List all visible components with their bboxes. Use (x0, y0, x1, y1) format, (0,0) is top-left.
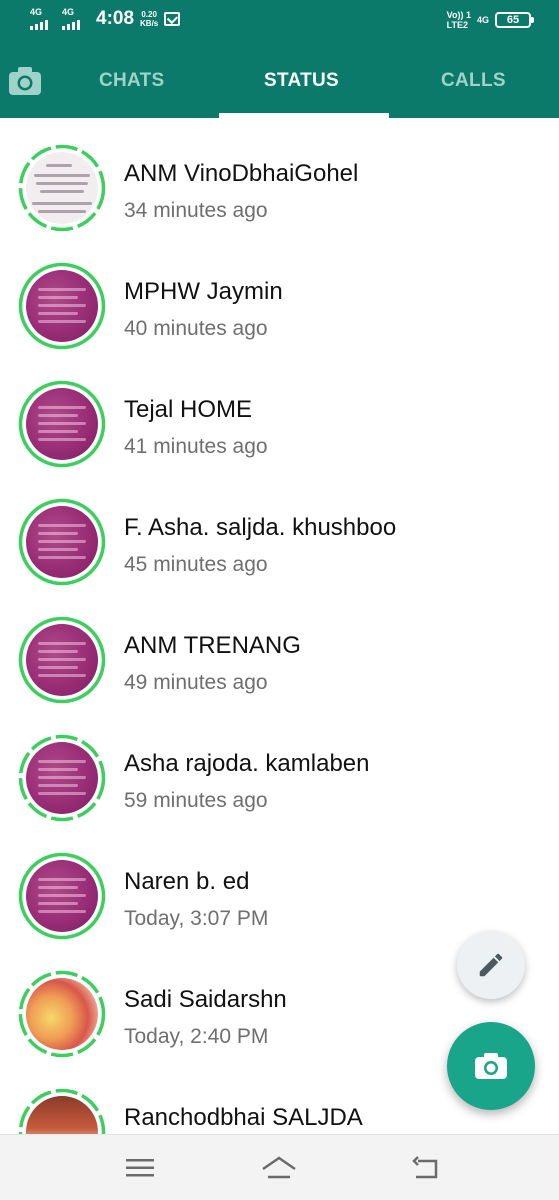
status-thumbnail (26, 860, 98, 932)
status-row[interactable]: ANM TRENANG 49 minutes ago (0, 590, 559, 708)
volte-bottom-label: LTE2 (446, 20, 468, 30)
network-speed-unit: KB/s (140, 19, 159, 28)
status-row[interactable]: F. Asha. saljda. khushboo 45 minutes ago (0, 472, 559, 590)
status-avatar[interactable] (18, 144, 106, 232)
status-row[interactable]: Tejal HOME 41 minutes ago (0, 354, 559, 472)
status-thumbnail (26, 506, 98, 578)
network-speed-value: 0.20 (141, 10, 157, 19)
status-timestamp: Today, 3:07 PM (124, 907, 269, 930)
status-contact-name: Tejal HOME (124, 396, 253, 423)
status-contact-name: ANM TRENANG (124, 632, 301, 659)
sim2-signal-icon: 4G (62, 8, 88, 30)
status-timestamp: Today, 2:40 PM (124, 1025, 269, 1048)
status-avatar[interactable] (18, 970, 106, 1058)
status-contact-name: Sadi Saidarshn (124, 986, 287, 1013)
status-timestamp: 34 minutes ago (124, 199, 268, 222)
status-contact-name: ANM VinoDbhaiGohel (124, 160, 359, 187)
clock: 4:08 (96, 8, 135, 29)
status-thumbnail (26, 152, 98, 224)
notification-message-icon (164, 12, 181, 26)
network-type-label: 4G (476, 15, 489, 25)
pencil-icon (479, 953, 503, 977)
status-row[interactable]: Asha rajoda. kamlaben 59 minutes ago (0, 708, 559, 826)
nav-menu-button[interactable] (120, 1153, 160, 1183)
status-timestamp: 59 minutes ago (124, 789, 268, 812)
camera-tab[interactable] (8, 66, 42, 96)
status-avatar[interactable] (18, 498, 106, 586)
status-thumbnail (26, 270, 98, 342)
volte-top-label: Vo)) 1 (446, 10, 471, 20)
system-status-bar: 4G 4G 4:08 0.20 KB/s Vo)) 1 LTE2 4G 65 (0, 0, 559, 44)
nav-home-button[interactable] (259, 1153, 299, 1183)
battery-level: 65 (506, 14, 520, 26)
sim1-signal-icon: 4G (30, 8, 56, 30)
sim1-network-label: 4G (30, 7, 43, 17)
status-timestamp: 41 minutes ago (124, 435, 268, 458)
tab-status[interactable]: STATUS (264, 70, 339, 92)
status-timestamp: 45 minutes ago (124, 553, 268, 576)
status-row[interactable]: ANM VinoDbhaiGohel 34 minutes ago (0, 118, 559, 236)
camera-icon (475, 1053, 507, 1079)
status-avatar[interactable] (18, 852, 106, 940)
status-timestamp: 40 minutes ago (124, 317, 268, 340)
sim2-network-label: 4G (62, 7, 75, 17)
tab-calls[interactable]: CALLS (441, 70, 506, 92)
status-row[interactable]: MPHW Jaymin 40 minutes ago (0, 236, 559, 354)
status-thumbnail (26, 388, 98, 460)
tab-chats[interactable]: CHATS (99, 70, 165, 92)
status-thumbnail (26, 742, 98, 814)
status-avatar[interactable] (18, 262, 106, 350)
status-timestamp: 49 minutes ago (124, 671, 268, 694)
status-bar-left: 4G 4G 4:08 0.20 KB/s (30, 8, 181, 30)
home-icon (262, 1156, 296, 1179)
status-avatar[interactable] (18, 734, 106, 822)
menu-icon (126, 1159, 154, 1177)
status-thumbnail (26, 978, 98, 1050)
status-contact-name: Asha rajoda. kamlaben (124, 750, 370, 777)
status-row[interactable]: Naren b. ed Today, 3:07 PM (0, 826, 559, 944)
system-navigation-bar (0, 1134, 559, 1200)
status-contact-name: Ranchodbhai SALJDA (124, 1104, 363, 1131)
nav-back-button[interactable] (406, 1153, 446, 1183)
whatsapp-status-screen: 4G 4G 4:08 0.20 KB/s Vo)) 1 LTE2 4G 65 C… (0, 0, 559, 1200)
back-icon (412, 1156, 438, 1179)
new-text-status-button[interactable] (457, 931, 525, 999)
status-bar-right: Vo)) 1 LTE2 4G 65 (447, 10, 534, 30)
camera-icon (9, 67, 41, 95)
tab-bar: CHATS STATUS CALLS (0, 44, 559, 118)
network-speed: 0.20 KB/s (140, 10, 158, 28)
status-thumbnail (26, 624, 98, 696)
status-avatar[interactable] (18, 616, 106, 704)
battery-icon: 65 (495, 12, 534, 28)
status-contact-name: F. Asha. saljda. khushboo (124, 514, 397, 541)
volte-indicator: Vo)) 1 LTE2 (447, 10, 471, 30)
status-avatar[interactable] (18, 380, 106, 468)
new-camera-status-button[interactable] (447, 1022, 535, 1110)
status-avatar[interactable] (18, 1088, 106, 1134)
status-contact-name: Naren b. ed (124, 868, 250, 895)
status-contact-name: MPHW Jaymin (124, 278, 283, 305)
